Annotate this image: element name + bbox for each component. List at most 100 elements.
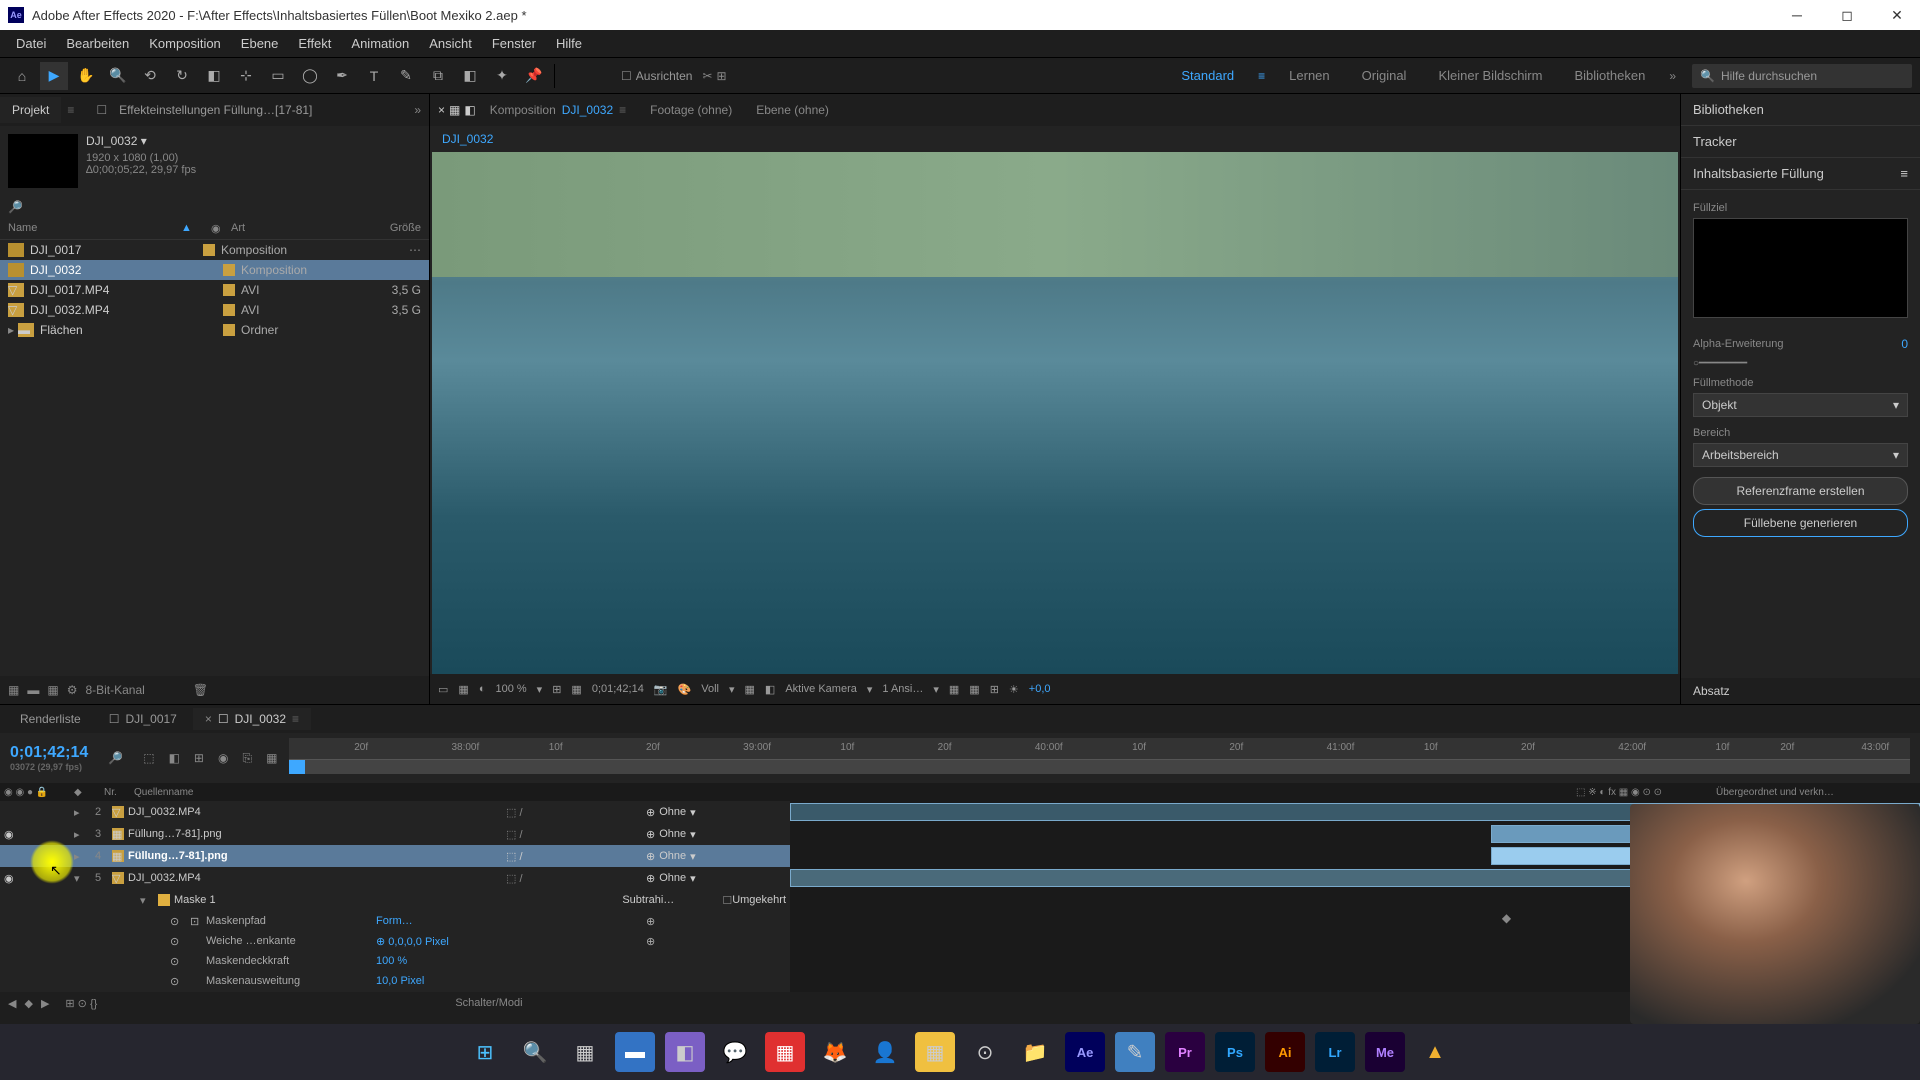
layer-row[interactable]: ▸4▦Füllung…7-81].png⬚ /⊕Ohne▾ — [0, 845, 790, 867]
app2-icon[interactable]: ▦ — [765, 1032, 805, 1072]
tl-btn-4-icon[interactable]: ◉ — [218, 751, 228, 766]
tl-btn-1-icon[interactable]: ⬚ — [143, 751, 154, 766]
panel-menu-icon[interactable]: ≡ — [61, 103, 80, 117]
zoom-tool-icon[interactable]: 🔍 — [104, 62, 132, 90]
menu-ansicht[interactable]: Ansicht — [419, 32, 482, 55]
switches-toggle-icon[interactable]: ⊞ ⊙ {} — [65, 997, 97, 1010]
comp-lock-icon[interactable]: ▦ — [449, 103, 460, 117]
app-icon[interactable]: ◧ — [665, 1032, 705, 1072]
grid-icon[interactable]: ▦ — [458, 683, 468, 696]
viewer-timecode[interactable]: 0;01;42;14 — [592, 683, 644, 695]
tab-comp-0032[interactable]: ×☐DJI_0032≡ — [193, 708, 311, 730]
help-search-input[interactable]: 🔍 Hilfe durchsuchen — [1692, 64, 1912, 88]
tab-renderlist[interactable]: Renderliste — [8, 708, 93, 730]
snap2-icon[interactable]: ⊞ — [717, 69, 727, 83]
tab-composition[interactable]: Komposition DJI_0032 ≡ — [480, 99, 636, 121]
panel-menu-icon[interactable]: ≡ — [1900, 166, 1908, 181]
app6-icon[interactable]: ▲ — [1415, 1032, 1455, 1072]
timeline-timecode[interactable]: 0;01;42;14 03072 (29,97 fps) — [10, 744, 88, 772]
color-icon[interactable]: 🎨 — [678, 683, 692, 696]
explorer-icon[interactable]: ▬ — [615, 1032, 655, 1072]
tl-btn-3-icon[interactable]: ⊞ — [194, 751, 204, 766]
layer-row[interactable]: ▸2▽DJI_0032.MP4⬚ /⊕Ohne▾ — [0, 801, 790, 823]
text-tool-icon[interactable]: T — [360, 62, 388, 90]
mediaencoder-icon[interactable]: Me — [1365, 1032, 1405, 1072]
playback-next-icon[interactable]: ▶ — [41, 997, 49, 1010]
timeline-search-icon[interactable]: 🔎 — [108, 751, 123, 765]
col-size[interactable]: Größe — [351, 222, 421, 235]
menu-fenster[interactable]: Fenster — [482, 32, 546, 55]
quality-dropdown[interactable]: Voll — [701, 683, 719, 695]
comp-rulers-icon[interactable]: × — [438, 103, 445, 117]
workspace-standard[interactable]: Standard — [1173, 64, 1242, 87]
mask-prop[interactable]: ⊙⊡MaskenpfadForm…⊕ — [0, 911, 790, 931]
tab-effect-settings[interactable]: Effekteinstellungen Füllung…[17-81] — [107, 97, 324, 123]
safe-icon[interactable]: ⊞ — [990, 683, 999, 696]
tl-btn-2-icon[interactable]: ◧ — [169, 751, 180, 766]
interpret-icon[interactable]: ▦ — [8, 683, 19, 697]
app4-icon[interactable]: ▦ — [915, 1032, 955, 1072]
minimize-button[interactable]: ─ — [1782, 0, 1812, 30]
app5-icon[interactable]: ✎ — [1115, 1032, 1155, 1072]
sort-arrow-icon[interactable]: ▲ — [181, 222, 211, 235]
hand-tool-icon[interactable]: ✋ — [72, 62, 100, 90]
anchor-tool-icon[interactable]: ⊹ — [232, 62, 260, 90]
exposure-value[interactable]: +0,0 — [1029, 683, 1051, 695]
panel-content-aware-fill[interactable]: Inhaltsbasierte Füllung≡ — [1681, 158, 1920, 190]
exposure-reset-icon[interactable]: ☀ — [1009, 683, 1019, 696]
schalter-modi[interactable]: Schalter/Modi — [455, 997, 522, 1009]
rotate-tool-icon[interactable]: ↻ — [168, 62, 196, 90]
menu-bearbeiten[interactable]: Bearbeiten — [56, 32, 139, 55]
mask-prop[interactable]: ⊙Maskendeckkraft100 % — [0, 951, 790, 971]
method-dropdown[interactable]: Objekt▾ — [1693, 393, 1908, 417]
maximize-button[interactable]: ◻ — [1832, 0, 1862, 30]
snap-icon[interactable]: ✂ — [702, 69, 712, 83]
menu-komposition[interactable]: Komposition — [139, 32, 231, 55]
camera-tool-icon[interactable]: ◧ — [200, 62, 228, 90]
panel-overflow-icon[interactable]: » — [406, 103, 429, 117]
workspace-bibliotheken[interactable]: Bibliotheken — [1566, 64, 1653, 87]
3d-icon[interactable]: ◧ — [765, 683, 775, 696]
menu-ebene[interactable]: Ebene — [231, 32, 289, 55]
mask-row[interactable]: ▾Maske 1Subtrahi…☐ Umgekehrt — [0, 889, 790, 911]
comp-breadcrumb[interactable]: DJI_0032 — [430, 126, 1680, 152]
mask-icon[interactable]: ◐ — [479, 683, 486, 695]
layer-row[interactable]: ◉▸3▦Füllung…7-81].png⬚ /⊕Ohne▾ — [0, 823, 790, 845]
taskview-icon[interactable]: ▦ — [565, 1032, 605, 1072]
viewer[interactable] — [432, 152, 1678, 674]
photoshop-icon[interactable]: Ps — [1215, 1032, 1255, 1072]
search-taskbar-icon[interactable]: 🔍 — [515, 1032, 555, 1072]
workspace-overflow-icon[interactable]: » — [1669, 69, 1676, 83]
home-icon[interactable]: ⌂ — [8, 62, 36, 90]
zoom-dropdown[interactable]: 100 % — [495, 683, 526, 695]
close-button[interactable]: ✕ — [1882, 0, 1912, 30]
col-art[interactable]: Art — [231, 222, 351, 235]
tl-btn-6-icon[interactable]: ▦ — [266, 751, 277, 766]
generate-fill-layer-button[interactable]: Füllebene generieren — [1693, 509, 1908, 537]
lightroom-icon[interactable]: Lr — [1315, 1032, 1355, 1072]
project-item[interactable]: ▽DJI_0017.MP4AVI3,5 G — [0, 280, 429, 300]
brush-tool-icon[interactable]: ✎ — [392, 62, 420, 90]
app3-icon[interactable]: 👤 — [865, 1032, 905, 1072]
selection-tool-icon[interactable]: ▶ — [40, 62, 68, 90]
project-item[interactable]: DJI_0032Komposition — [0, 260, 429, 280]
transparency-icon[interactable]: ▦ — [745, 683, 755, 696]
workspace-kleiner[interactable]: Kleiner Bildschirm — [1430, 64, 1550, 87]
playback-prev-icon[interactable]: ◀ — [8, 997, 16, 1010]
roto-tool-icon[interactable]: ✦ — [488, 62, 516, 90]
tab-comp-0017[interactable]: ☐DJI_0017 — [97, 708, 189, 730]
menu-effekt[interactable]: Effekt — [288, 32, 341, 55]
range-dropdown[interactable]: Arbeitsbereich▾ — [1693, 443, 1908, 467]
project-item[interactable]: ▽DJI_0032.MP4AVI3,5 G — [0, 300, 429, 320]
timeline-ruler[interactable]: 20f 38:00f 10f 20f 39:00f 10f 20f 40:00f… — [289, 738, 1910, 760]
menu-hilfe[interactable]: Hilfe — [546, 32, 592, 55]
tl-btn-5-icon[interactable]: ⎘ — [242, 751, 252, 766]
panel-bibliotheken[interactable]: Bibliotheken — [1681, 94, 1920, 126]
rect-tool-icon[interactable]: ▭ — [264, 62, 292, 90]
monitor-icon[interactable]: ▭ — [438, 683, 448, 696]
panel-tracker[interactable]: Tracker — [1681, 126, 1920, 158]
mask-prop[interactable]: ⊙Weiche …enkante⊕ 0,0,0,0 Pixel⊕ — [0, 931, 790, 951]
folder-icon[interactable]: ▬ — [27, 683, 39, 697]
firefox-icon[interactable]: 🦊 — [815, 1032, 855, 1072]
layer-row[interactable]: ◉▾5▽DJI_0032.MP4⬚ /⊕Ohne▾ — [0, 867, 790, 889]
